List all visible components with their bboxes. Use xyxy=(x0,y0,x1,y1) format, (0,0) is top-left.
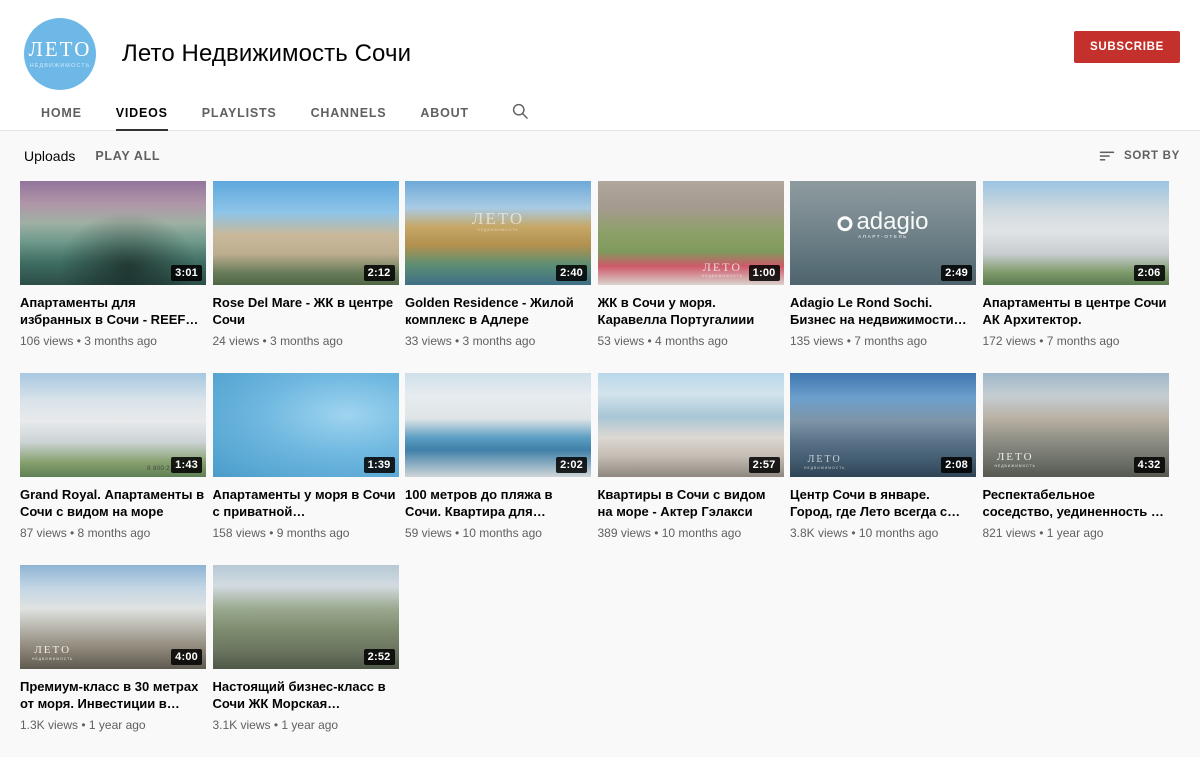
video-card[interactable]: ЛЕТО НЕДВИЖИМОСТЬ 1:00 ЖК в Сочи у моря. Ка… xyxy=(597,181,791,349)
video-card[interactable]: 2:06 Апартаменты в центре Сочи АК Архитек… xyxy=(982,181,1176,349)
video-thumbnail[interactable]: adagio АПАРТ-ОТЕЛЬ 2:49 xyxy=(790,181,976,285)
video-title[interactable]: Апартаменты в центре Сочи АК Архитектор. xyxy=(983,294,1176,328)
video-duration-badge: 2:49 xyxy=(941,265,972,281)
video-thumbnail[interactable]: ЛЕТО НЕДВИЖИМОСТЬ 4:32 xyxy=(982,373,1169,477)
video-title[interactable]: Центр Сочи в январе. Город, где Лето все… xyxy=(790,486,983,520)
video-duration-badge: 1:43 xyxy=(171,457,202,473)
video-thumbnail[interactable]: 2:02 xyxy=(405,373,591,477)
video-thumbnail[interactable]: 2:52 xyxy=(212,565,399,669)
channel-avatar[interactable]: ЛЕТО НЕДВИЖИМОСТЬ xyxy=(24,18,96,90)
video-metadata: 135 views • 7 months ago xyxy=(790,334,927,348)
video-duration-badge: 1:39 xyxy=(363,457,395,473)
video-duration-badge: 2:52 xyxy=(363,649,395,665)
video-card[interactable]: ЛЕТО НЕДВИЖИМОСТЬ 2:40 Golden Residence - Ж… xyxy=(405,181,598,349)
video-thumbnail[interactable]: ЛЕТО НЕДВИЖИМОСТЬ 1:00 xyxy=(597,181,784,285)
tab-channels[interactable]: CHANNELS xyxy=(294,106,404,131)
video-duration-badge: 2:02 xyxy=(556,457,587,473)
video-card[interactable]: 3:01 Апартаменты для избранных в Сочи - R… xyxy=(20,181,213,349)
video-metadata: 87 views • 8 months ago xyxy=(20,526,151,540)
video-duration-badge: 2:08 xyxy=(941,457,972,473)
video-card[interactable]: ЛЕТО НЕДВИЖИМОСТЬ 4:32 Респектабельное сосе… xyxy=(982,373,1176,541)
video-card[interactable]: 2:12 Rose Del Mare - ЖК в центре Сочи 24 v… xyxy=(212,181,406,349)
video-title[interactable]: Апартаменты для избранных в Сочи - REEF… xyxy=(20,294,213,328)
video-metadata: 59 views • 10 months ago xyxy=(405,526,542,540)
section-label: Uploads xyxy=(24,148,76,164)
video-thumbnail[interactable]: 3:01 xyxy=(20,181,206,285)
video-duration-badge: 2:12 xyxy=(363,265,395,281)
video-card[interactable]: 2:57 Квартиры в Сочи с видом на море - Ак… xyxy=(597,373,791,541)
avatar-logo-text: ЛЕТО xyxy=(28,37,92,61)
tab-home[interactable]: HOME xyxy=(24,106,99,131)
video-duration-badge: 2:06 xyxy=(1133,265,1165,281)
video-metadata: 3.1K views • 1 year ago xyxy=(212,718,339,732)
video-title[interactable]: 100 метров до пляжа в Сочи. Квартира для… xyxy=(405,486,598,520)
video-thumbnail[interactable]: 8 800 2 1:43 xyxy=(20,373,206,477)
uploads-subheader: Uploads PLAY ALL SORT BY xyxy=(0,131,1200,181)
video-metadata: 172 views • 7 months ago xyxy=(982,334,1120,348)
video-metadata: 1.3K views • 1 year ago xyxy=(20,718,146,732)
video-card[interactable]: ЛЕТО НЕДВИЖИМОСТЬ 2:08 Центр Сочи в январе.… xyxy=(790,373,983,541)
video-thumbnail[interactable]: ЛЕТО НЕДВИЖИМОСТЬ 2:08 xyxy=(790,373,976,477)
video-metadata: 389 views • 10 months ago xyxy=(597,526,742,540)
video-card[interactable]: 8 800 2 1:43 Grand Royal. Апартаменты в Со… xyxy=(20,373,213,541)
video-thumbnail[interactable]: 2:12 xyxy=(212,181,399,285)
channel-tabs: HOME VIDEOS PLAYLISTS CHANNELS ABOUT xyxy=(0,90,1200,131)
video-duration-badge: 2:57 xyxy=(748,457,780,473)
video-metadata: 106 views • 3 months ago xyxy=(20,334,157,348)
video-title[interactable]: Апартаменты у моря в Сочи с приватной… xyxy=(213,486,406,520)
video-title[interactable]: Настоящий бизнес-класс в Сочи ЖК Морская… xyxy=(213,678,406,712)
channel-header-top: ЛЕТО НЕДВИЖИМОСТЬ Лето Недвижимость Сочи xyxy=(0,0,1200,90)
video-title[interactable]: Adagio Le Rond Sochi. Бизнес на недвижим… xyxy=(790,294,983,328)
video-grid: 3:01 Апартаменты для избранных в Сочи - R… xyxy=(0,181,1200,757)
page-title: Лето Недвижимость Сочи xyxy=(122,40,412,67)
video-duration-badge: 1:00 xyxy=(748,265,780,281)
sort-by-label: SORT BY xyxy=(1123,150,1180,162)
video-title[interactable]: Квартиры в Сочи с видом на море - Актер … xyxy=(598,486,791,520)
tab-playlists[interactable]: PLAYLISTS xyxy=(185,106,294,131)
channel-header: ЛЕТО НЕДВИЖИМОСТЬ Лето Недвижимость Сочи… xyxy=(0,0,1200,131)
video-title[interactable]: Премиум-класс в 30 метрах от моря. Инвес… xyxy=(20,678,213,712)
video-title[interactable]: Golden Residence - Жилой комплекс в Адле… xyxy=(405,294,598,328)
video-card[interactable]: adagio АПАРТ-ОТЕЛЬ 2:49 Adagio Le Rond Soch… xyxy=(790,181,983,349)
sort-lines-icon xyxy=(1099,151,1115,161)
video-metadata: 53 views • 4 months ago xyxy=(597,334,728,348)
search-icon[interactable] xyxy=(486,101,548,131)
video-thumbnail[interactable]: 2:57 xyxy=(597,373,784,477)
video-duration-badge: 4:00 xyxy=(171,649,202,665)
video-duration-badge: 4:32 xyxy=(1133,457,1165,473)
video-duration-badge: 2:40 xyxy=(556,265,587,281)
video-metadata: 24 views • 3 months ago xyxy=(212,334,343,348)
video-title[interactable]: Респектабельное соседство, уединенность … xyxy=(983,486,1176,520)
video-thumbnail[interactable]: ЛЕТО НЕДВИЖИМОСТЬ 4:00 xyxy=(20,565,206,669)
sort-by-button[interactable]: SORT BY xyxy=(1099,148,1180,164)
video-thumbnail[interactable]: 2:06 xyxy=(982,181,1169,285)
video-title[interactable]: Rose Del Mare - ЖК в центре Сочи xyxy=(213,294,406,328)
video-duration-badge: 3:01 xyxy=(171,265,202,281)
avatar-logo-subtext: НЕДВИЖИМОСТЬ xyxy=(29,63,91,69)
tab-about[interactable]: ABOUT xyxy=(403,106,485,131)
video-metadata: 158 views • 9 months ago xyxy=(212,526,350,540)
video-metadata: 33 views • 3 months ago xyxy=(405,334,536,348)
play-all-button[interactable]: PLAY ALL xyxy=(95,149,160,163)
video-metadata: 821 views • 1 year ago xyxy=(982,526,1104,540)
video-card[interactable]: ЛЕТО НЕДВИЖИМОСТЬ 4:00 Премиум-класс в 30 м… xyxy=(20,565,213,733)
subscribe-button[interactable]: SUBSCRIBE xyxy=(1073,31,1180,63)
video-title[interactable]: ЖК в Сочи у моря. Каравелла Португалиии xyxy=(598,294,791,328)
video-thumbnail[interactable]: 1:39 xyxy=(212,373,399,477)
video-card[interactable]: 1:39 Апартаменты у моря в Сочи с приватно… xyxy=(212,373,406,541)
video-card[interactable]: 2:02 100 метров до пляжа в Сочи. Квартира… xyxy=(405,373,598,541)
video-card[interactable]: 2:52 Настоящий бизнес-класс в Сочи ЖК Мор… xyxy=(212,565,406,733)
tab-videos[interactable]: VIDEOS xyxy=(99,106,185,131)
video-thumbnail[interactable]: ЛЕТО НЕДВИЖИМОСТЬ 2:40 xyxy=(405,181,591,285)
video-metadata: 3.8K views • 10 months ago xyxy=(790,526,939,540)
video-title[interactable]: Grand Royal. Апартаменты в Сочи с видом … xyxy=(20,486,213,520)
